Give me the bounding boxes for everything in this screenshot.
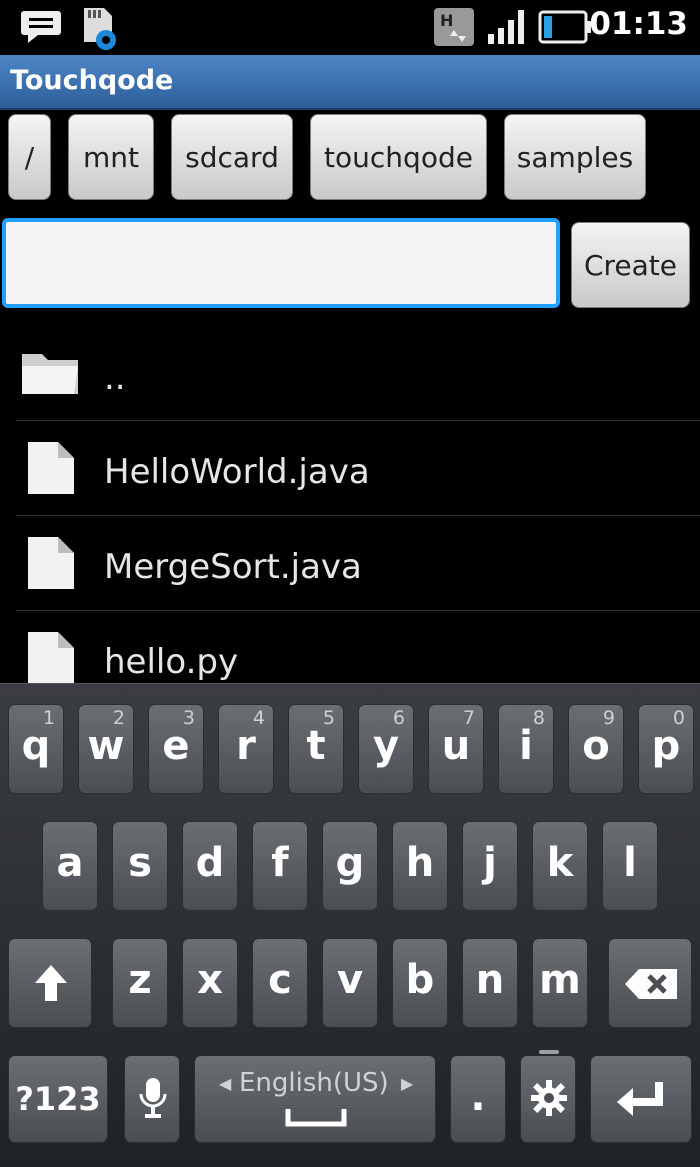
- key-f[interactable]: f: [252, 821, 308, 911]
- file-icon: [20, 533, 82, 599]
- shift-key[interactable]: [8, 938, 92, 1028]
- key-hint-indicator: [539, 1050, 559, 1054]
- language-label: English(US): [239, 1068, 389, 1098]
- filename-input[interactable]: [2, 218, 560, 308]
- list-item[interactable]: ..: [16, 330, 700, 424]
- key-q[interactable]: 1q: [8, 704, 64, 794]
- soft-keyboard: 1q 2w 3e 4r 5t 6y 7u 8i 9o 0p a s d f g …: [0, 683, 700, 1167]
- microphone-icon: [139, 1078, 167, 1118]
- breadcrumb-samples[interactable]: samples: [504, 114, 646, 200]
- breadcrumb-root[interactable]: /: [8, 114, 51, 200]
- key-x[interactable]: x: [182, 938, 238, 1028]
- key-z[interactable]: z: [112, 938, 168, 1028]
- key-k[interactable]: k: [532, 821, 588, 911]
- key-w[interactable]: 2w: [78, 704, 134, 794]
- divider: [16, 420, 700, 421]
- key-t[interactable]: 5t: [288, 704, 344, 794]
- space-key[interactable]: ◀ English(US) ▶: [194, 1055, 436, 1143]
- status-bar: H 01:13: [0, 0, 700, 55]
- key-u[interactable]: 7u: [428, 704, 484, 794]
- title-bar: Touchqode: [0, 55, 700, 110]
- list-item[interactable]: MergeSort.java: [16, 519, 700, 613]
- divider: [16, 610, 700, 611]
- key-r[interactable]: 4r: [218, 704, 274, 794]
- file-name: MergeSort.java: [104, 547, 362, 587]
- key-d[interactable]: d: [182, 821, 238, 911]
- key-m[interactable]: m: [532, 938, 588, 1028]
- key-o[interactable]: 9o: [568, 704, 624, 794]
- key-y[interactable]: 6y: [358, 704, 414, 794]
- backspace-key[interactable]: [608, 938, 692, 1028]
- file-icon: [20, 438, 82, 504]
- key-s[interactable]: s: [112, 821, 168, 911]
- key-l[interactable]: l: [602, 821, 658, 911]
- chevron-right-icon: ▶: [401, 1074, 414, 1093]
- settings-key[interactable]: [520, 1050, 576, 1143]
- voice-input-key[interactable]: [124, 1055, 180, 1143]
- key-h[interactable]: h: [392, 821, 448, 911]
- key-p[interactable]: 0p: [638, 704, 694, 794]
- clock: 01:13: [589, 6, 688, 42]
- key-period[interactable]: .: [450, 1055, 506, 1143]
- divider: [16, 515, 700, 516]
- create-button[interactable]: Create: [571, 222, 690, 308]
- key-i[interactable]: 8i: [498, 704, 554, 794]
- symbols-key[interactable]: ?123: [8, 1055, 108, 1143]
- folder-icon: [20, 344, 82, 402]
- chevron-left-icon: ◀: [219, 1074, 232, 1093]
- message-icon: [20, 8, 62, 48]
- key-e[interactable]: 3e: [148, 704, 204, 794]
- svg-text:H: H: [440, 11, 453, 30]
- file-name: HelloWorld.java: [104, 452, 370, 492]
- app-title: Touchqode: [10, 65, 174, 96]
- file-name: ..: [104, 358, 126, 398]
- space-bar-icon: [285, 1109, 347, 1127]
- signal-icon: [486, 8, 530, 50]
- list-item[interactable]: HelloWorld.java: [16, 424, 700, 518]
- key-v[interactable]: v: [322, 938, 378, 1028]
- key-a[interactable]: a: [42, 821, 98, 911]
- key-n[interactable]: n: [462, 938, 518, 1028]
- breadcrumb-touchqode[interactable]: touchqode: [310, 114, 487, 200]
- key-b[interactable]: b: [392, 938, 448, 1028]
- breadcrumb-mnt[interactable]: mnt: [68, 114, 154, 200]
- enter-key[interactable]: [590, 1055, 692, 1143]
- backspace-icon: [625, 969, 677, 999]
- sd-card-settings-icon: [78, 6, 122, 56]
- key-g[interactable]: g: [322, 821, 378, 911]
- breadcrumb-sdcard[interactable]: sdcard: [171, 114, 293, 200]
- shift-arrow-icon: [35, 965, 67, 1001]
- key-j[interactable]: j: [462, 821, 518, 911]
- file-name: hello.py: [104, 642, 239, 682]
- battery-icon: [538, 10, 594, 48]
- gear-icon: [531, 1080, 567, 1116]
- hspa-data-icon: H: [432, 6, 476, 52]
- key-c[interactable]: c: [252, 938, 308, 1028]
- enter-icon: [617, 1082, 663, 1116]
